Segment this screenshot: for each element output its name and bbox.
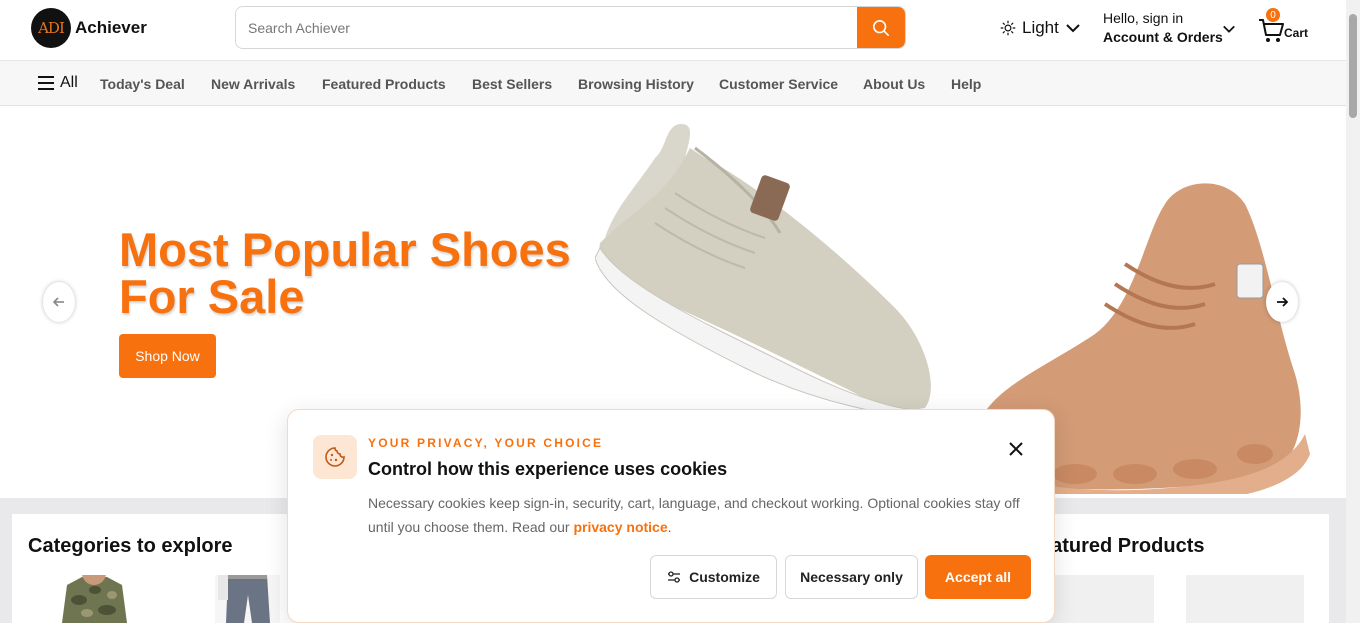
scrollbar-thumb[interactable] [1349,14,1357,118]
cookie-text: Necessary cookies keep sign-in, security… [368,495,1020,535]
cart-label: Cart [1284,26,1309,40]
theme-toggle[interactable]: Light [1000,18,1081,38]
theme-label: Light [1022,18,1059,37]
arrow-left-icon [52,297,64,307]
categories-title: Categories to explore [28,535,233,557]
search-bar [235,6,906,49]
logo[interactable]: ADI [31,8,71,48]
page-scrollbar[interactable] [1346,0,1360,623]
account-menu[interactable]: Hello, sign in Account & Orders [1103,10,1223,45]
nav-item-new-arrivals[interactable]: New Arrivals [211,76,295,92]
cookie-consent-dialog: YOUR PRIVACY, YOUR CHOICE Control how th… [287,409,1055,623]
chevron-down-icon [1066,24,1080,33]
camo-shirt-image[interactable] [57,575,132,623]
all-menu-button[interactable]: All [38,74,78,92]
jeans-image[interactable] [210,575,285,623]
featured-product-thumb[interactable] [1186,575,1304,623]
nav-item-help[interactable]: Help [951,76,981,92]
search-button[interactable] [857,7,905,48]
search-icon [872,19,890,36]
nav-item-featured-products[interactable]: Featured Products [322,76,446,92]
header: ADI Achiever Light Hello, sign in Acc [0,0,1346,60]
carousel-prev-button[interactable] [43,282,75,322]
close-button[interactable] [1005,438,1027,460]
cookie-icon [313,435,357,479]
categories-card: Categories to explore [12,514,302,623]
nav-item-todays-deal[interactable]: Today's Deal [100,76,185,92]
grey-sneaker-image [595,123,934,418]
sliders-icon [668,571,681,583]
accept-all-button[interactable]: Accept all [925,555,1031,599]
hamburger-icon [38,76,54,90]
arrow-right-icon [1277,297,1289,307]
featured-products-card: eatured Products [1036,514,1329,623]
privacy-notice-link[interactable]: privacy notice [573,519,667,535]
carousel-next-button[interactable] [1266,282,1298,322]
customize-button[interactable]: Customize [650,555,777,599]
cookie-description: Necessary cookies keep sign-in, security… [368,491,1038,539]
customize-label: Customize [689,569,760,585]
cart-button[interactable]: 0 Cart [1257,8,1317,44]
all-label: All [60,74,78,91]
main-nav: All Today's Deal New Arrivals Featured P… [0,60,1346,106]
shop-now-button[interactable]: Shop Now [119,334,216,378]
account-greeting: Hello, sign in [1103,10,1184,26]
sun-icon [1000,20,1016,36]
brand-name[interactable]: Achiever [75,18,147,38]
cookie-title: Control how this experience uses cookies [368,459,728,479]
featured-products-title: eatured Products [1040,535,1205,557]
cookie-eyebrow: YOUR PRIVACY, YOUR CHOICE [368,436,604,450]
nav-item-customer-service[interactable]: Customer Service [719,76,838,92]
hero-title: Most Popular Shoes For Sale [119,223,571,323]
search-input[interactable] [236,7,858,48]
nav-item-browsing-history[interactable]: Browsing History [578,76,694,92]
chevron-down-icon[interactable] [1222,22,1236,36]
cookie-text-end: . [667,519,672,535]
necessary-only-button[interactable]: Necessary only [785,555,918,599]
close-icon [1009,442,1023,456]
cart-count-badge: 0 [1266,8,1280,22]
account-label: Account & Orders [1103,29,1223,45]
nav-item-about-us[interactable]: About Us [863,76,925,92]
nav-item-best-sellers[interactable]: Best Sellers [472,76,552,92]
